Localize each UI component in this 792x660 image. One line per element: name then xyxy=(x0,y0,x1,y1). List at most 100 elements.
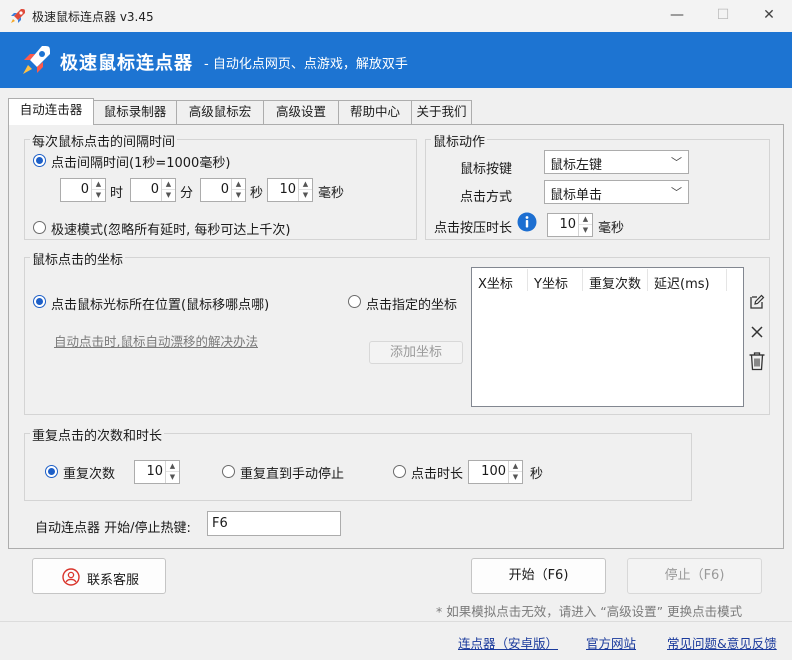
spin-down-icon[interactable]: ▼ xyxy=(92,190,105,201)
tab-advanced-macro[interactable]: 高级鼠标宏 xyxy=(176,100,264,124)
column-separator[interactable] xyxy=(726,269,727,291)
mouse-button-select[interactable]: 鼠标左键 ﹀ xyxy=(544,150,689,174)
click-mode-label: 点击方式 xyxy=(460,190,513,205)
press-duration-unit: 毫秒 xyxy=(598,221,625,236)
repeat-manual-radio[interactable] xyxy=(222,465,235,478)
rocket-logo-icon xyxy=(23,46,50,74)
trash-icon[interactable] xyxy=(748,351,766,371)
column-header-delay[interactable]: 延迟(ms) xyxy=(654,273,710,292)
stop-button[interactable]: 停止（F6) xyxy=(627,558,762,594)
column-separator[interactable] xyxy=(527,269,528,291)
column-header-x[interactable]: X坐标 xyxy=(478,273,513,292)
press-duration-stepper[interactable]: 10 ▲ ▼ xyxy=(547,213,593,237)
interval-mode-label: 点击间隔时间(1秒=1000毫秒) xyxy=(51,156,231,171)
maximize-button[interactable]: ☐ xyxy=(700,0,746,32)
spin-up-icon[interactable]: ▲ xyxy=(299,179,312,190)
spin-up-icon[interactable]: ▲ xyxy=(166,461,179,472)
spin-down-icon[interactable]: ▼ xyxy=(509,472,522,483)
interval-mode-radio[interactable] xyxy=(33,154,46,167)
spin-down-icon[interactable]: ▼ xyxy=(166,472,179,483)
repeat-duration-value: 100 xyxy=(481,464,506,479)
fast-mode-label: 极速模式(忽略所有延时, 每秒可达上千次) xyxy=(51,223,291,238)
contact-support-button[interactable]: 联系客服 xyxy=(32,558,166,594)
press-duration-label: 点击按压时长 xyxy=(434,221,513,236)
close-button[interactable]: ✕ xyxy=(746,0,792,32)
drift-solution-link[interactable]: 自动点击时,鼠标自动漂移的解决办法 xyxy=(54,331,258,350)
hotkey-input[interactable]: F6 xyxy=(207,511,341,536)
seconds-unit: 秒 xyxy=(250,186,264,201)
banner-subtitle: - 自动化点网页、点游戏，解放双手 xyxy=(204,57,408,72)
repeat-duration-stepper[interactable]: 100 ▲ ▼ xyxy=(468,460,523,484)
hours-unit: 时 xyxy=(110,186,124,201)
minutes-value: 0 xyxy=(150,182,159,197)
interval-group-title: 每次鼠标点击的间隔时间 xyxy=(30,131,178,150)
hours-stepper[interactable]: 0 ▲ ▼ xyxy=(60,178,106,202)
spin-up-icon[interactable]: ▲ xyxy=(162,179,175,190)
tab-auto-clicker[interactable]: 自动连击器 xyxy=(8,98,94,125)
seconds-stepper[interactable]: 0 ▲ ▼ xyxy=(200,178,246,202)
spin-down-icon[interactable]: ▼ xyxy=(162,190,175,201)
spin-up-icon[interactable]: ▲ xyxy=(232,179,245,190)
spin-up-icon[interactable]: ▲ xyxy=(579,214,592,225)
column-header-y[interactable]: Y坐标 xyxy=(534,273,568,292)
mouse-button-value: 鼠标左键 xyxy=(550,158,603,173)
chevron-down-icon: ﹀ xyxy=(671,156,682,169)
hint-note: * 如果模拟点击无效，请进入 “高级设置” 更换点击模式 xyxy=(436,604,743,619)
repeat-group-title: 重复点击的次数和时长 xyxy=(30,425,165,444)
ms-value: 10 xyxy=(279,182,296,197)
seconds-value: 0 xyxy=(220,182,229,197)
cursor-position-label: 点击鼠标光标所在位置(鼠标移哪点哪) xyxy=(51,298,270,313)
tab-about-us[interactable]: 关于我们 xyxy=(411,100,472,124)
tab-help-center[interactable]: 帮助中心 xyxy=(338,100,412,124)
hours-value: 0 xyxy=(80,182,89,197)
column-separator[interactable] xyxy=(647,269,648,291)
official-site-link[interactable]: 官方网站 xyxy=(586,633,636,652)
repeat-count-label: 重复次数 xyxy=(63,467,116,482)
fast-mode-radio[interactable] xyxy=(33,221,46,234)
minutes-stepper[interactable]: 0 ▲ ▼ xyxy=(130,178,176,202)
click-mode-select[interactable]: 鼠标单击 ﹀ xyxy=(544,180,689,204)
spin-down-icon[interactable]: ▼ xyxy=(232,190,245,201)
spin-up-icon[interactable]: ▲ xyxy=(92,179,105,190)
close-icon[interactable] xyxy=(750,325,764,339)
info-icon[interactable] xyxy=(517,212,537,232)
edit-icon[interactable] xyxy=(749,294,765,310)
ms-unit: 毫秒 xyxy=(318,186,345,201)
faq-feedback-link[interactable]: 常见问题&意见反馈 xyxy=(667,633,777,652)
spin-up-icon[interactable]: ▲ xyxy=(509,461,522,472)
minimize-button[interactable]: — xyxy=(654,0,700,32)
hotkey-label: 自动连点器 开始/停止热键: xyxy=(35,521,191,536)
mouse-button-label: 鼠标按键 xyxy=(460,162,513,177)
ms-stepper[interactable]: 10 ▲ ▼ xyxy=(267,178,313,202)
minutes-unit: 分 xyxy=(180,186,194,201)
coords-group-title: 鼠标点击的坐标 xyxy=(30,249,126,268)
click-mode-value: 鼠标单击 xyxy=(550,188,603,203)
fixed-coords-label: 点击指定的坐标 xyxy=(366,298,458,313)
repeat-manual-label: 重复直到手动停止 xyxy=(240,467,345,482)
tab-advanced-settings[interactable]: 高级设置 xyxy=(263,100,339,124)
column-separator[interactable] xyxy=(582,269,583,291)
repeat-count-stepper[interactable]: 10 ▲ ▼ xyxy=(134,460,180,484)
add-coordinate-button[interactable]: 添加坐标 xyxy=(369,341,463,364)
repeat-duration-radio[interactable] xyxy=(393,465,406,478)
window-title: 极速鼠标连点器 v3.45 xyxy=(32,10,154,24)
android-version-link[interactable]: 连点器（安卓版） xyxy=(458,633,558,652)
repeat-count-value: 10 xyxy=(146,464,163,479)
repeat-duration-unit: 秒 xyxy=(530,467,544,482)
spin-down-icon[interactable]: ▼ xyxy=(299,190,312,201)
tab-mouse-recorder[interactable]: 鼠标录制器 xyxy=(93,100,177,124)
hotkey-value: F6 xyxy=(212,516,228,531)
chevron-down-icon: ﹀ xyxy=(671,186,682,199)
cursor-position-radio[interactable] xyxy=(33,295,46,308)
user-support-icon xyxy=(62,568,80,586)
contact-support-label: 联系客服 xyxy=(87,573,140,588)
column-header-repeat[interactable]: 重复次数 xyxy=(589,273,641,292)
press-duration-value: 10 xyxy=(559,217,576,232)
start-button[interactable]: 开始（F6) xyxy=(471,558,606,594)
fixed-coords-radio[interactable] xyxy=(348,295,361,308)
footer-divider xyxy=(0,621,792,622)
rocket-app-icon xyxy=(11,9,25,23)
banner-title: 极速鼠标连点器 xyxy=(60,53,193,74)
spin-down-icon[interactable]: ▼ xyxy=(579,225,592,236)
repeat-count-radio[interactable] xyxy=(45,465,58,478)
